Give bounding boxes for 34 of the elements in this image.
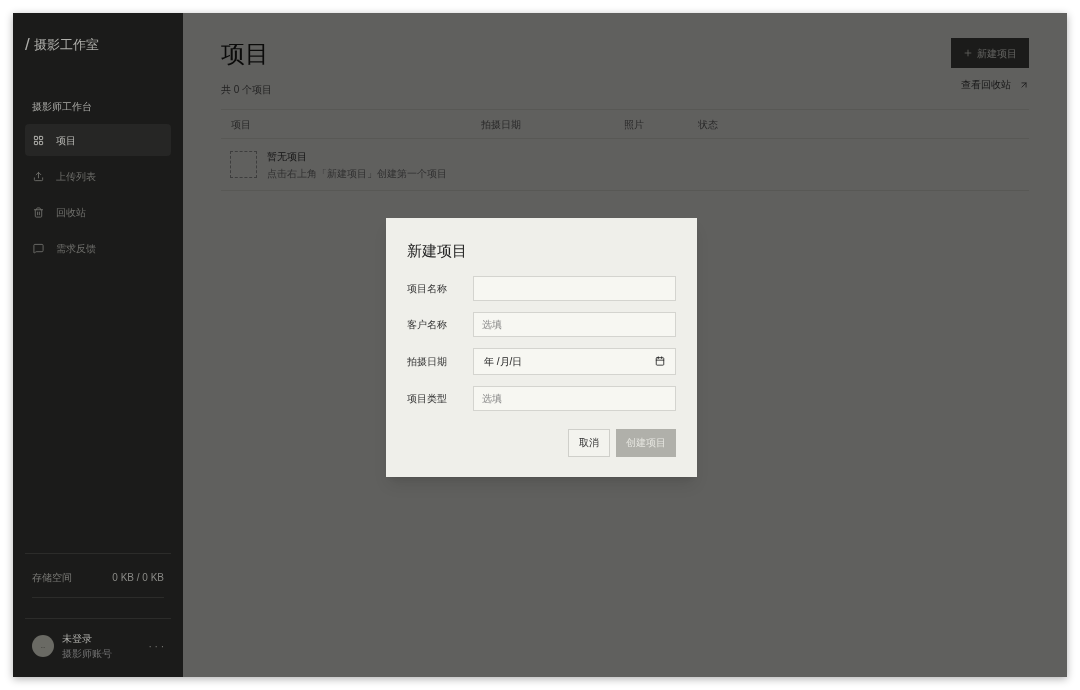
speech-bubble-icon xyxy=(33,242,44,254)
input-field[interactable] xyxy=(473,275,676,301)
field-label: 拍摄日期 xyxy=(407,354,448,369)
date-value: 年 /月/日 xyxy=(484,354,523,369)
section-title: 摄影师工作台 xyxy=(32,100,93,114)
sidebar-item[interactable]: 回收站 xyxy=(25,196,171,228)
sidebar-item[interactable]: 项目 xyxy=(25,124,171,156)
field-label: 客户名称 xyxy=(407,317,448,332)
page-title: 项目 xyxy=(221,39,270,69)
arrow-icon xyxy=(1019,79,1029,90)
upload-icon xyxy=(33,170,44,182)
trash-icon xyxy=(33,206,44,218)
brand-name: 摄影工作室 xyxy=(33,36,99,55)
plus-icon xyxy=(963,48,973,58)
dialog-title: 新建项目 xyxy=(407,241,468,262)
input-field[interactable]: 选填 xyxy=(473,311,676,337)
grid-icon xyxy=(33,134,44,146)
trash-link[interactable]: 查看回收站 xyxy=(961,77,1029,92)
empty-thumbnail xyxy=(230,151,257,178)
sidebar-item[interactable]: 需求反馈 xyxy=(25,232,171,264)
input-field[interactable]: 选填 xyxy=(473,385,676,411)
user-avatar: .. xyxy=(32,635,54,657)
calendar-icon xyxy=(655,356,665,366)
more-button[interactable]: · · · xyxy=(148,638,164,654)
storage-label: 存储空间 xyxy=(32,571,72,585)
user-subtitle: 摄影师账号 xyxy=(62,647,112,661)
empty-title: 暂无项目 xyxy=(267,149,308,164)
storage-value: 0 KB / 0 KB xyxy=(112,571,164,585)
brand-mark: / xyxy=(25,34,30,57)
date-field[interactable]: 年 /月/日 xyxy=(473,347,676,375)
field-label: 项目名称 xyxy=(407,281,448,296)
cancel-button[interactable]: 取消 xyxy=(568,428,610,457)
field-label: 项目类型 xyxy=(407,391,448,406)
user-name: 未登录 xyxy=(62,632,93,646)
